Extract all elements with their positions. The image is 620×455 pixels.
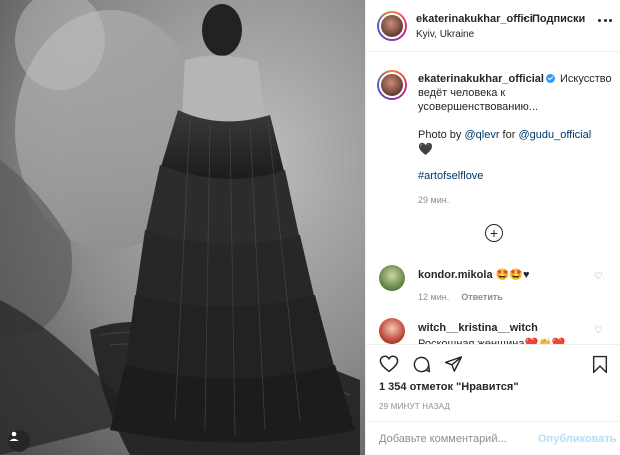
- comment-like-icon[interactable]: ♡: [594, 325, 603, 336]
- separator-dot: •: [523, 13, 527, 25]
- post-details-panel: ekaterinakukhar_offici • Подписки Kyiv, …: [365, 0, 620, 455]
- post-timestamp: 29 МИНУТ НАЗАД: [379, 402, 451, 411]
- photographer-mention[interactable]: @qlevr: [464, 129, 499, 141]
- post-photo[interactable]: [0, 0, 365, 455]
- comment-text: 🤩🤩♥: [492, 269, 530, 281]
- comment-icon[interactable]: [412, 355, 431, 374]
- share-icon[interactable]: [444, 355, 463, 373]
- photo-credit: Photo by @qlevr for @gudu_official: [418, 128, 591, 142]
- avatar[interactable]: [377, 11, 407, 41]
- commenter-avatar[interactable]: [379, 318, 405, 344]
- caption-time: 29 мин.: [418, 195, 450, 205]
- comment-meta: 12 мин. Ответить: [418, 292, 503, 302]
- black-heart-emoji: 🖤: [418, 142, 433, 156]
- location-link[interactable]: Kyiv, Ukraine: [416, 29, 474, 40]
- brand-mention[interactable]: @gudu_official: [518, 129, 591, 141]
- comment-input[interactable]: Добавьте комментарий...: [379, 433, 507, 445]
- comment-content: kondor.mikola 🤩🤩♥: [418, 268, 530, 281]
- photo-by-label: Photo by: [418, 129, 465, 141]
- add-comment-bar: Добавьте комментарий... Опубликовать: [366, 421, 620, 455]
- user-tag-icon: [9, 431, 19, 441]
- following-button[interactable]: Подписки: [532, 13, 585, 25]
- verified-badge-icon: [545, 74, 555, 83]
- caption-username[interactable]: ekaterinakukhar_official: [418, 73, 544, 85]
- commenter-avatar[interactable]: [379, 265, 405, 291]
- post-actions: 1 354 отметок "Нравится" 29 МИНУТ НАЗАД …: [366, 344, 620, 455]
- caption: ekaterinakukhar_official Искусство ведёт…: [418, 72, 613, 114]
- publish-button[interactable]: Опубликовать: [538, 433, 617, 445]
- tag-user-button[interactable]: [8, 430, 30, 452]
- for-label: for: [499, 129, 519, 141]
- photo-art: [0, 0, 360, 455]
- like-heart-icon[interactable]: [379, 355, 399, 373]
- reply-button[interactable]: Ответить: [461, 292, 503, 302]
- caption-avatar[interactable]: [377, 70, 407, 100]
- comment-username[interactable]: witch__kristina__witch: [418, 322, 538, 334]
- comment-username[interactable]: kondor.mikola: [418, 269, 493, 281]
- header-username[interactable]: ekaterinakukhar_offici: [416, 13, 533, 25]
- more-options-icon[interactable]: [598, 19, 612, 23]
- plus-icon: +: [489, 225, 499, 241]
- bookmark-icon[interactable]: [592, 355, 608, 374]
- hashtag-link[interactable]: #artofselflove: [418, 170, 483, 182]
- comment-like-icon[interactable]: ♡: [594, 271, 603, 282]
- likes-count[interactable]: 1 354 отметок "Нравится": [379, 381, 519, 393]
- load-more-comments-button[interactable]: +: [485, 224, 503, 242]
- comment-time: 12 мин.: [418, 292, 450, 302]
- post-header: ekaterinakukhar_offici • Подписки Kyiv, …: [366, 0, 620, 52]
